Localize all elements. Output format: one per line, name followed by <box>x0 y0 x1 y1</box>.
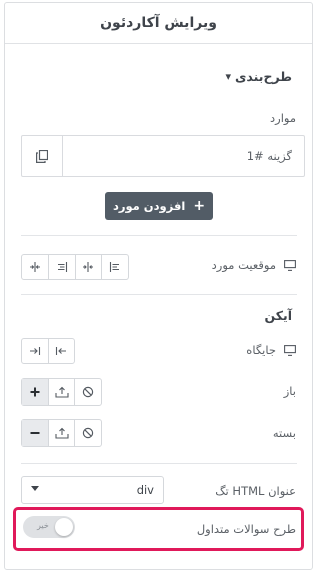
toggle-knob <box>55 518 73 536</box>
repeater-item[interactable]: گزینه #1 <box>21 135 305 177</box>
open-icon-selected-button[interactable] <box>22 379 48 405</box>
icon-align-right-button[interactable] <box>22 339 48 363</box>
align-stretch-icon <box>29 262 40 272</box>
closed-icon-picker <box>21 419 102 447</box>
icon-position-label: جایگاه <box>246 343 276 357</box>
caret-down-icon: ▾ <box>225 70 231 83</box>
ban-icon <box>82 386 94 398</box>
item-position-label: موقعیت مورد <box>211 258 276 272</box>
divider <box>21 235 297 236</box>
divider <box>21 294 297 295</box>
align-right-icon <box>29 347 40 355</box>
align-end-icon <box>57 262 67 272</box>
closed-icon-label: بسته <box>272 426 296 440</box>
align-center-icon <box>83 262 94 272</box>
panel-title: ویرایش آکاردئون <box>100 15 217 31</box>
upload-icon <box>54 386 69 398</box>
minus-icon <box>30 432 40 434</box>
chevron-down-icon <box>31 486 39 491</box>
ban-icon <box>82 427 94 439</box>
upload-icon <box>54 427 69 439</box>
position-center-button[interactable] <box>74 255 102 279</box>
add-item-label: افزودن مورد <box>112 199 186 213</box>
open-icon-picker <box>21 378 102 406</box>
item-position-control: موقعیت مورد <box>212 258 296 272</box>
faq-schema-label: طرح سوالات متداول <box>196 522 296 536</box>
copy-icon <box>36 149 48 163</box>
align-start-icon <box>110 262 120 272</box>
position-end-button[interactable] <box>47 255 75 279</box>
desktop-icon[interactable] <box>284 344 296 356</box>
closed-icon-none-button[interactable] <box>74 420 101 446</box>
align-left-icon <box>56 347 67 355</box>
title-html-tag-label: تگ HTML عنوان <box>215 484 296 498</box>
item-position-buttons <box>21 254 129 280</box>
icon-position-control: جایگاه <box>246 343 296 357</box>
repeater-item-title: گزینه #1 <box>246 149 292 163</box>
title-html-tag-value: div <box>136 483 154 497</box>
accordion-edit-panel: ویرایش آکاردئون ▾ طرح‌بندی موارد گزینه #… <box>4 2 313 570</box>
faq-schema-toggle[interactable]: خیر <box>23 516 75 538</box>
panel-header: ویرایش آکاردئون <box>5 3 312 44</box>
icon-position-buttons <box>21 338 75 364</box>
items-label: موارد <box>270 111 296 125</box>
duplicate-button[interactable] <box>22 136 63 176</box>
open-icon-label: باز <box>283 384 296 398</box>
desktop-icon[interactable] <box>284 259 296 271</box>
add-item-button[interactable]: افزودن مورد + <box>105 192 213 220</box>
closed-icon-selected-button[interactable] <box>22 420 48 446</box>
divider <box>21 463 297 464</box>
position-stretch-button[interactable] <box>22 255 48 279</box>
faq-schema-toggle-text: خیر <box>37 521 49 530</box>
closed-icon-upload-button[interactable] <box>47 420 75 446</box>
title-html-tag-select[interactable]: div <box>21 476 164 504</box>
section-layout-title: طرح‌بندی <box>234 69 292 84</box>
open-icon-none-button[interactable] <box>74 379 101 405</box>
plus-icon <box>30 387 40 397</box>
icon-align-left-button[interactable] <box>47 339 75 363</box>
open-icon-upload-button[interactable] <box>47 379 75 405</box>
plus-icon: + <box>193 198 206 214</box>
section-layout-toggle[interactable]: ▾ طرح‌بندی <box>225 69 292 84</box>
icon-section-title: آیکن <box>264 308 293 323</box>
position-start-button[interactable] <box>101 255 128 279</box>
